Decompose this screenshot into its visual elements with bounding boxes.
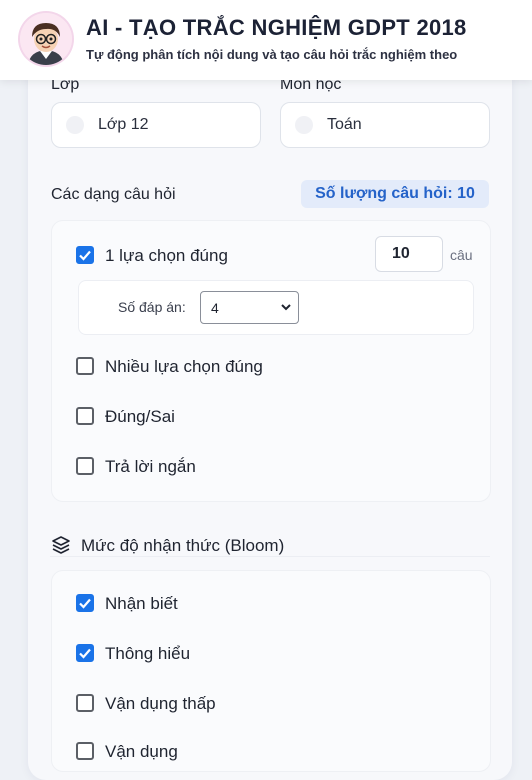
question-count-badge: Số lượng câu hỏi: 10 — [301, 180, 489, 208]
bloom-heading: Mức độ nhận thức (Bloom) — [81, 536, 285, 555]
grade-value: Lớp 12 — [98, 116, 149, 133]
avatar — [20, 13, 72, 65]
option-understand: Thông hiểu — [105, 644, 191, 663]
app-header: AI - TẠO TRẮC NGHIỆM GDPT 2018 Tự động p… — [0, 0, 532, 80]
checkbox-recognize[interactable] — [76, 594, 94, 612]
checkbox-low-apply[interactable] — [76, 694, 94, 712]
subject-value: Toán — [327, 116, 362, 133]
answers-dropdown[interactable]: 4 — [200, 291, 299, 324]
answers-value: 4 — [211, 300, 219, 316]
option-multiple-choice: Nhiều lựa chọn đúng — [105, 357, 263, 376]
subject-icon — [295, 116, 313, 134]
chevron-down-icon — [281, 304, 291, 311]
option-low-apply: Vận dụng thấp — [105, 694, 216, 713]
option-single-choice: 1 lựa chọn đúng — [105, 246, 228, 265]
subject-select[interactable]: Toán — [280, 102, 490, 148]
divider — [50, 556, 490, 557]
quantity-input[interactable]: 10 — [375, 236, 443, 272]
app-subtitle: Tự động phân tích nội dung và tạo câu hỏ… — [86, 47, 458, 62]
checkbox-short-answer[interactable] — [76, 457, 94, 475]
option-recognize: Nhận biết — [105, 594, 178, 613]
option-apply: Vận dụng — [105, 742, 178, 761]
check-icon — [79, 250, 91, 261]
cartoon-avatar-icon — [20, 13, 72, 65]
app-title: AI - TẠO TRẮC NGHIỆM GDPT 2018 — [86, 15, 467, 40]
question-types-heading: Các dạng câu hỏi — [51, 186, 176, 203]
checkbox-true-false[interactable] — [76, 407, 94, 425]
checkbox-single-choice[interactable] — [76, 246, 94, 264]
layers-icon — [52, 536, 70, 554]
option-short-answer: Trả lời ngắn — [105, 457, 196, 476]
option-true-false: Đúng/Sai — [105, 407, 175, 426]
quantity-unit: câu — [450, 247, 473, 263]
checkbox-multiple-choice[interactable] — [76, 357, 94, 375]
checkbox-apply[interactable] — [76, 742, 94, 760]
answers-label: Số đáp án: — [118, 299, 186, 315]
checkbox-understand[interactable] — [76, 644, 94, 662]
check-icon — [79, 598, 91, 609]
grade-select[interactable]: Lớp 12 — [51, 102, 261, 148]
grade-icon — [66, 116, 84, 134]
check-icon — [79, 648, 91, 659]
